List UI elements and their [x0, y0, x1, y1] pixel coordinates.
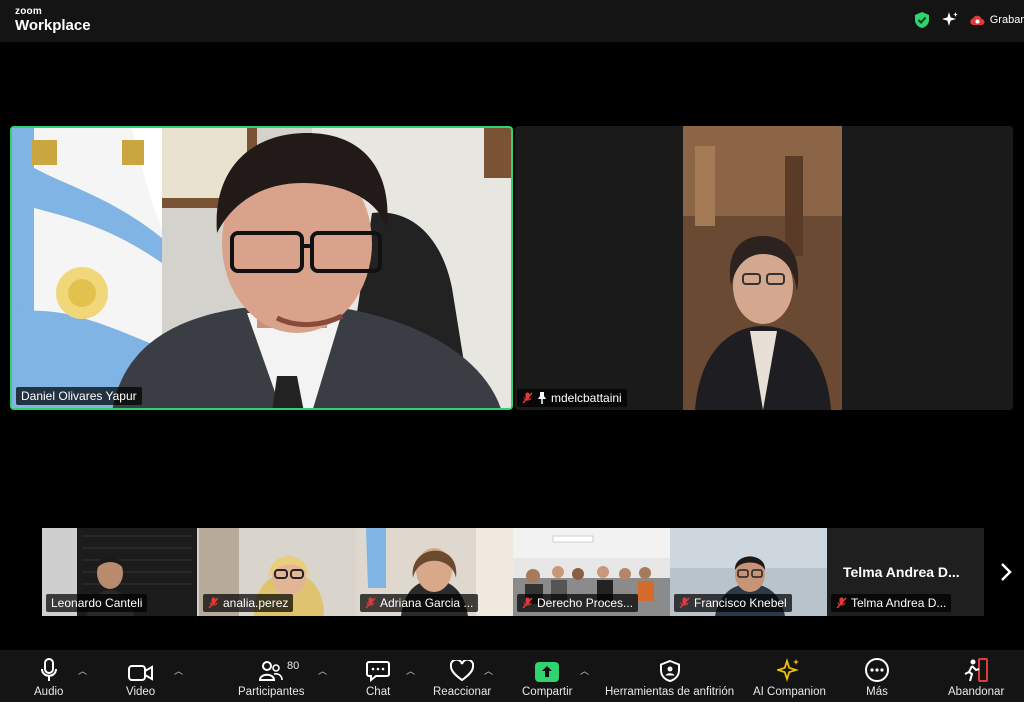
pinned-participant-name: mdelcbattaini: [551, 391, 622, 405]
sparkle-icon[interactable]: [941, 11, 959, 29]
ai-companion-button[interactable]: AI Companion: [753, 656, 826, 698]
thumbnail-name-tag: Francisco Knebel: [674, 594, 792, 612]
chat-button[interactable]: Chat: [366, 656, 390, 698]
video-off-display-name: Telma Andrea D...: [843, 564, 960, 580]
thumbnail-name: Francisco Knebel: [694, 596, 787, 610]
thumbnail-name-tag: Adriana Garcia ...: [360, 594, 479, 612]
thumbnail-name: Adriana Garcia ...: [380, 596, 474, 610]
share-screen-button[interactable]: Compartir: [522, 656, 572, 698]
mic-off-icon: [365, 597, 376, 609]
mic-off-icon: [679, 597, 690, 609]
ai-sparkle-icon: [777, 656, 801, 682]
share-label: Compartir: [522, 686, 573, 698]
record-label: Grabar: [989, 14, 1024, 26]
next-page-button[interactable]: [994, 560, 1018, 584]
leave-icon: [963, 656, 989, 682]
react-label: Reaccionar: [433, 686, 492, 698]
chevron-up-icon[interactable]: ︿: [580, 664, 589, 677]
shield-check-icon[interactable]: [913, 11, 931, 29]
chevron-right-icon: [1001, 563, 1012, 581]
chevron-up-icon[interactable]: ︿: [406, 664, 415, 677]
pin-icon: [538, 392, 546, 404]
participants-count: 80: [287, 660, 300, 672]
thumbnail-name: analia.perez: [223, 596, 289, 610]
mic-off-icon: [836, 597, 847, 609]
logo-small-text: zoom: [15, 6, 42, 17]
speaker-name: Daniel Olivares Yapur: [21, 389, 137, 403]
pinned-name-tag: mdelcbattaini: [517, 389, 627, 407]
thumbnail-name-tag: Leonardo Canteli: [46, 594, 148, 612]
speaker-name-tag: Daniel Olivares Yapur: [16, 387, 142, 405]
heart-icon: [450, 656, 475, 682]
video-tile-pinned[interactable]: mdelcbattaini: [515, 126, 1013, 410]
more-icon: [865, 656, 889, 682]
host-tools-label: Herramientas de anfitrión: [605, 686, 735, 698]
top-right-controls: Grabar: [913, 10, 1024, 30]
chevron-up-icon[interactable]: ︿: [318, 664, 327, 677]
participants-label: Participantes: [238, 686, 305, 698]
host-shield-icon: [659, 656, 680, 682]
thumbnail-name-tag: analia.perez: [203, 594, 294, 612]
meeting-toolbar: Audio ︿ Video ︿ Participantes 80 ︿ Chat …: [0, 650, 1024, 702]
chevron-up-icon[interactable]: ︿: [484, 664, 493, 677]
chevron-up-icon[interactable]: ︿: [78, 664, 87, 677]
thumbnail-name-tag: Derecho Proces...: [517, 594, 639, 612]
mic-off-icon: [522, 597, 533, 609]
thumbnail-name: Derecho Proces...: [537, 596, 634, 610]
thumbnail-name: Telma Andrea D...: [851, 596, 947, 610]
video-tile-active-speaker[interactable]: Daniel Olivares Yapur: [10, 126, 513, 410]
chat-label: Chat: [366, 686, 391, 698]
participants-icon: [259, 656, 284, 682]
speaker-video-frame: [12, 128, 511, 408]
leave-button[interactable]: Abandonar: [948, 656, 1004, 698]
mic-off-icon: [208, 597, 219, 609]
leave-label: Abandonar: [948, 686, 1005, 698]
microphone-icon: [40, 656, 58, 682]
audio-button[interactable]: Audio: [34, 656, 63, 698]
video-button[interactable]: Video: [126, 656, 155, 698]
zoom-logo: zoom Workplace: [15, 6, 91, 34]
thumbnail-tile-video-off[interactable]: Telma Andrea D... Telma Andrea D...: [827, 528, 984, 616]
ai-companion-label: AI Companion: [753, 686, 826, 698]
thumbnail-tile[interactable]: analia.perez: [199, 528, 356, 616]
thumbnail-name-tag: Telma Andrea D...: [831, 594, 952, 612]
more-button[interactable]: Más: [865, 656, 889, 698]
video-camera-icon: [127, 656, 154, 682]
audio-label: Audio: [34, 686, 64, 698]
more-label: Más: [866, 686, 888, 698]
thumbnail-tile[interactable]: Adriana Garcia ...: [356, 528, 513, 616]
react-button[interactable]: Reaccionar: [433, 656, 491, 698]
video-label: Video: [126, 686, 156, 698]
thumbnail-tile[interactable]: Leonardo Canteli: [42, 528, 199, 616]
thumbnail-tile[interactable]: Derecho Proces...: [513, 528, 670, 616]
record-button[interactable]: Grabar: [969, 14, 1024, 26]
thumbnail-name: Leonardo Canteli: [51, 596, 143, 610]
top-bar: zoom Workplace Grabar: [0, 0, 1024, 42]
chevron-up-icon[interactable]: ︿: [174, 664, 183, 677]
chat-icon: [366, 656, 391, 682]
host-tools-button[interactable]: Herramientas de anfitrión: [605, 656, 734, 698]
mic-off-icon: [522, 392, 533, 404]
logo-big-text: Workplace: [15, 17, 91, 34]
share-screen-icon: [535, 656, 560, 682]
cloud-record-icon: [970, 15, 985, 25]
participant-video-frame: [515, 126, 1013, 410]
thumbnail-strip: Leonardo Canteli analia.perez Adriana Ga…: [42, 528, 984, 616]
thumbnail-tile[interactable]: Francisco Knebel: [670, 528, 827, 616]
